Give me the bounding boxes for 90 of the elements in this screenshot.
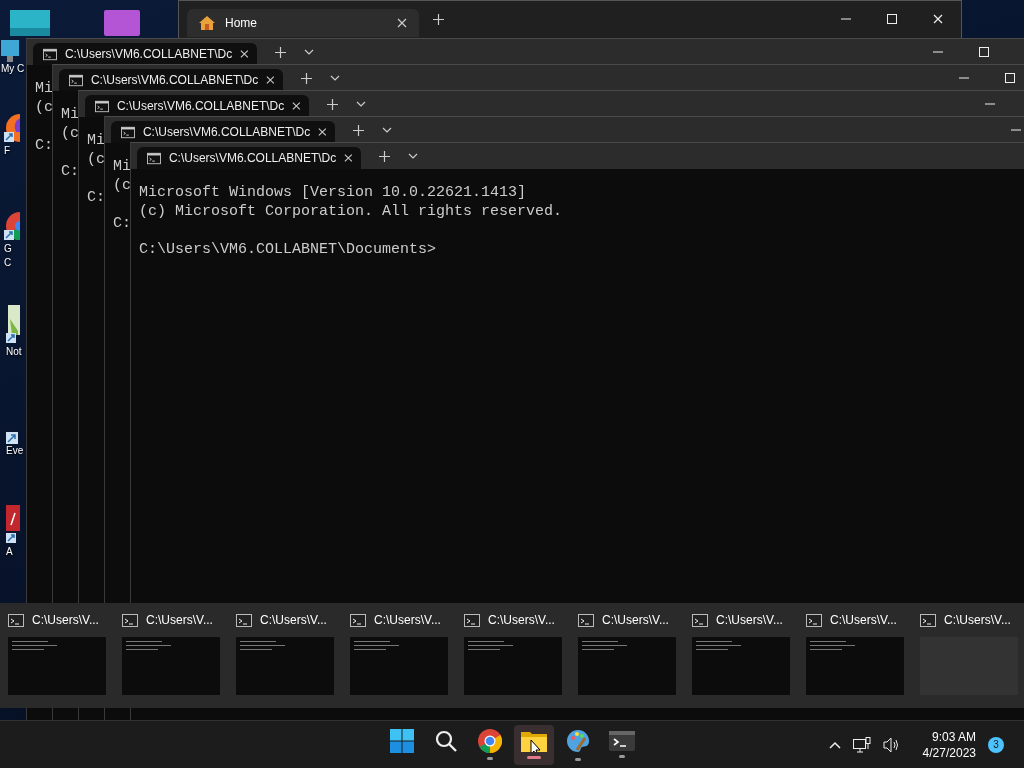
terminal-tab[interactable]: C:\Users\VM6.COLLABNET\Dc [59,69,283,91]
desktop-icon-label: F [4,144,11,158]
new-tab-icon[interactable] [433,13,444,25]
volume-icon[interactable] [882,736,901,753]
terminal-prompt: C: [113,214,131,233]
dropdown-caret-icon[interactable] [330,75,340,81]
command-prompt-icon [95,99,109,113]
thumbnail-title[interactable]: C:\Users\V... [260,613,327,627]
terminal-icon [236,613,252,627]
terminal-prompt: C:\Users\VM6.COLLABNET\Documents> [139,240,437,259]
terminal-tab[interactable]: C:\Users\VM6.COLLABNET\Dc [137,147,361,169]
desktop-icon-label: A [6,545,13,559]
thumbnail-title[interactable]: C:\Users\V... [716,613,783,627]
new-tab-icon[interactable] [301,72,312,84]
terminal-output-line: Mi [87,131,105,150]
thumbnail-title[interactable]: C:\Users\V... [602,613,669,627]
network-icon[interactable] [852,736,871,753]
terminal-icon [122,613,138,627]
new-tab-icon[interactable] [327,98,338,110]
paint-palette-icon[interactable] [565,728,591,754]
terminal-icon [350,613,366,627]
command-prompt-icon [69,73,83,87]
thumbnail-title[interactable]: C:\Users\V... [944,613,1011,627]
search-icon[interactable] [435,730,457,752]
terminal-prompt: C: [35,136,53,155]
thumbnail-title[interactable]: C:\Users\V... [488,613,555,627]
terminal-output-line: Microsoft Windows [Version 10.0.22621.1413] [139,183,527,202]
new-tab-icon[interactable] [353,124,364,136]
dropdown-caret-icon[interactable] [408,153,418,159]
thumbnail-title[interactable]: C:\Users\V... [146,613,213,627]
desktop-icon-label: G [4,242,12,256]
terminal-output-line: (c) Microsoft Corporation. All rights reserved. [139,202,563,221]
command-prompt-icon [43,47,57,61]
close-icon[interactable] [397,18,407,28]
explorer-tab[interactable]: Home [187,9,419,37]
desktop-icon-label: Not [6,345,22,359]
terminal-output-line: (c [61,124,79,143]
close-icon[interactable] [344,153,353,163]
thumbnail-title[interactable]: C:\Users\V... [830,613,897,627]
terminal-output-line: (c [87,150,105,169]
terminal-output-line: Mi [35,79,53,98]
start-icon[interactable] [390,729,414,753]
computer-icon[interactable] [1,40,19,62]
terminal-output-line: (c [35,98,53,117]
terminal-prompt: C: [87,188,105,207]
terminal-output-line: Mi [113,157,131,176]
dropdown-caret-icon[interactable] [382,127,392,133]
folder-icon[interactable] [521,730,547,752]
maximize-icon[interactable] [979,47,989,57]
terminal-icon [8,613,24,627]
terminal-icon [578,613,594,627]
terminal-prompt: C: [61,162,79,181]
thumbnail-title[interactable]: C:\Users\V... [374,613,441,627]
command-prompt-icon [121,125,135,139]
new-tab-icon[interactable] [275,46,286,58]
terminal-output-line: Mi [61,105,79,124]
chrome-icon[interactable] [478,729,502,753]
terminal-icon [464,613,480,627]
desktop-icon-label: My C [1,62,25,76]
terminal-icon [920,613,936,627]
terminal-icon [692,613,708,627]
pdf-app-icon[interactable] [6,505,20,545]
terminal-icon[interactable] [609,731,635,751]
command-prompt-icon [147,151,161,165]
notepad-icon[interactable] [6,305,20,345]
close-icon[interactable] [292,101,301,111]
notification-badge[interactable]: 3 [988,736,1004,753]
desktop-icon-label: Eve [6,444,24,458]
thumbnail-title[interactable]: C:\Users\V... [32,613,99,627]
maximize-icon[interactable] [887,14,897,24]
home-icon [199,16,215,30]
terminal-icon [806,613,822,627]
taskbar-button[interactable] [514,724,554,765]
browser-icon[interactable] [4,112,20,144]
new-tab-icon[interactable] [379,150,390,162]
clock[interactable]: 9:03 AM 4/27/2023 [922,728,976,761]
dropdown-caret-icon[interactable] [304,49,314,55]
shortcut-icon[interactable] [6,432,18,444]
desktop-icon-label: C [4,256,12,270]
terminal-tab[interactable]: C:\Users\VM6.COLLABNET\Dc [85,95,309,117]
terminal-tab[interactable]: C:\Users\VM6.COLLABNET\Dc [33,43,257,65]
terminal-output-line: (c [113,176,131,195]
dropdown-caret-icon[interactable] [356,101,366,107]
maximize-icon[interactable] [1005,73,1015,83]
close-icon[interactable] [266,75,275,85]
close-icon[interactable] [240,49,249,59]
browser-icon[interactable] [4,210,20,242]
chevron-up-icon[interactable] [828,740,841,749]
terminal-tab[interactable]: C:\Users\VM6.COLLABNET\Dc [111,121,335,143]
close-icon[interactable] [318,127,327,137]
